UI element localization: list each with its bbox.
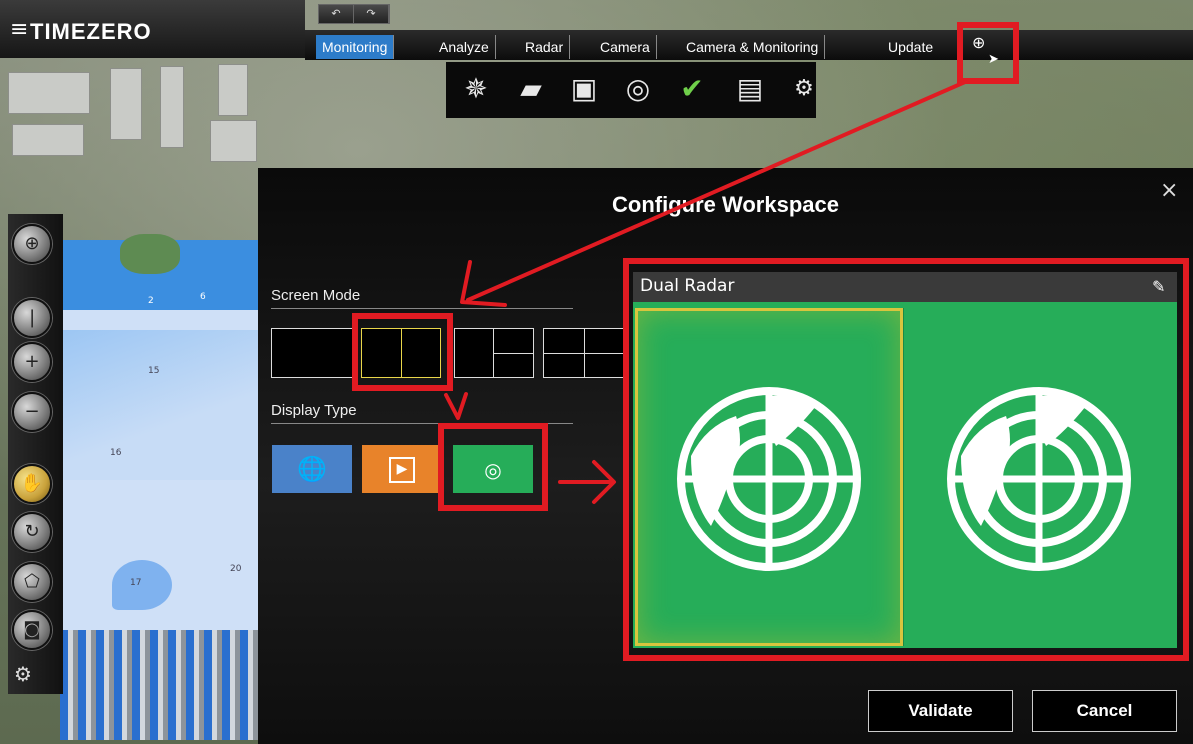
building <box>110 68 142 140</box>
depth-label: 17 <box>130 578 142 588</box>
building <box>8 72 90 114</box>
split-line <box>544 353 624 354</box>
route-check-icon[interactable]: ✔ <box>674 69 710 109</box>
building <box>210 120 257 162</box>
target-icon[interactable]: ⊕ <box>12 224 52 264</box>
compass-rose-icon[interactable]: ✵ <box>458 69 494 109</box>
radar-target-icon[interactable]: ◎ <box>620 69 656 109</box>
annotation-highlight-box <box>438 423 548 511</box>
depth-label: 15 <box>148 366 160 376</box>
annotation-highlight-box <box>957 22 1019 84</box>
play-icon: ▶ <box>389 457 415 483</box>
land-area <box>120 234 180 274</box>
screen-mode-quad[interactable] <box>543 328 625 378</box>
undo-redo-group: ↶ ↷ <box>318 4 390 24</box>
hamburger-menu-icon[interactable]: ≡ <box>10 19 28 41</box>
undo-button[interactable]: ↶ <box>319 5 354 23</box>
port-area <box>60 630 260 740</box>
tab-monitoring[interactable]: Monitoring <box>316 35 395 59</box>
layers-icon[interactable]: ▰ <box>513 69 549 109</box>
depth-label: 6 <box>200 292 206 302</box>
settings-gears-icon[interactable]: ⚙ <box>786 69 822 109</box>
camera-icon[interactable]: ◙ <box>12 610 52 650</box>
screen-mode-single[interactable] <box>271 328 353 378</box>
tab-camera[interactable]: Camera <box>594 35 657 59</box>
zoom-out-icon[interactable]: − <box>12 392 52 432</box>
building <box>218 64 248 116</box>
chart-overlay-icon[interactable]: ▣ <box>566 69 602 109</box>
display-type-label: Display Type <box>271 402 357 419</box>
annotation-highlight-box <box>623 258 1189 661</box>
settings-gears-icon[interactable]: ⚙ <box>14 662 32 686</box>
dialog-title: Configure Workspace <box>612 192 839 217</box>
close-icon[interactable]: × <box>1160 178 1178 203</box>
building <box>160 66 184 148</box>
app-brand: TIMEZERO <box>30 19 152 44</box>
tab-camera-monitoring[interactable]: Camera & Monitoring <box>680 35 826 59</box>
section-divider <box>271 308 573 309</box>
depth-label: 2 <box>148 296 154 306</box>
flashlight-icon[interactable]: ❘ <box>12 298 52 338</box>
building <box>12 124 84 156</box>
pan-hand-icon[interactable]: ✋ <box>12 464 52 504</box>
route-icon[interactable]: ⬠ <box>12 562 52 602</box>
cancel-button[interactable]: Cancel <box>1032 690 1177 732</box>
validate-button[interactable]: Validate <box>868 690 1013 732</box>
display-type-chart[interactable]: 🌐 <box>272 445 352 493</box>
depth-label: 20 <box>230 564 242 574</box>
zoom-in-icon[interactable]: + <box>12 342 52 382</box>
depth-label: 16 <box>110 448 122 458</box>
globe-pin-icon: 🌐 <box>297 455 327 483</box>
channel-area <box>60 330 270 480</box>
redo-button[interactable]: ↷ <box>354 5 389 23</box>
panel-icon[interactable]: ▤ <box>732 69 768 109</box>
display-type-video[interactable]: ▶ <box>362 445 442 493</box>
tab-radar[interactable]: Radar <box>519 35 571 59</box>
split-line <box>493 353 533 354</box>
tab-update[interactable]: Update <box>882 35 939 59</box>
annotation-highlight-box <box>352 313 453 391</box>
screen-mode-label: Screen Mode <box>271 287 361 304</box>
rotate-icon[interactable]: ↻ <box>12 512 52 552</box>
tab-analyze[interactable]: Analyze <box>433 35 496 59</box>
screen-mode-triple[interactable] <box>454 328 534 378</box>
water-area <box>112 560 172 610</box>
